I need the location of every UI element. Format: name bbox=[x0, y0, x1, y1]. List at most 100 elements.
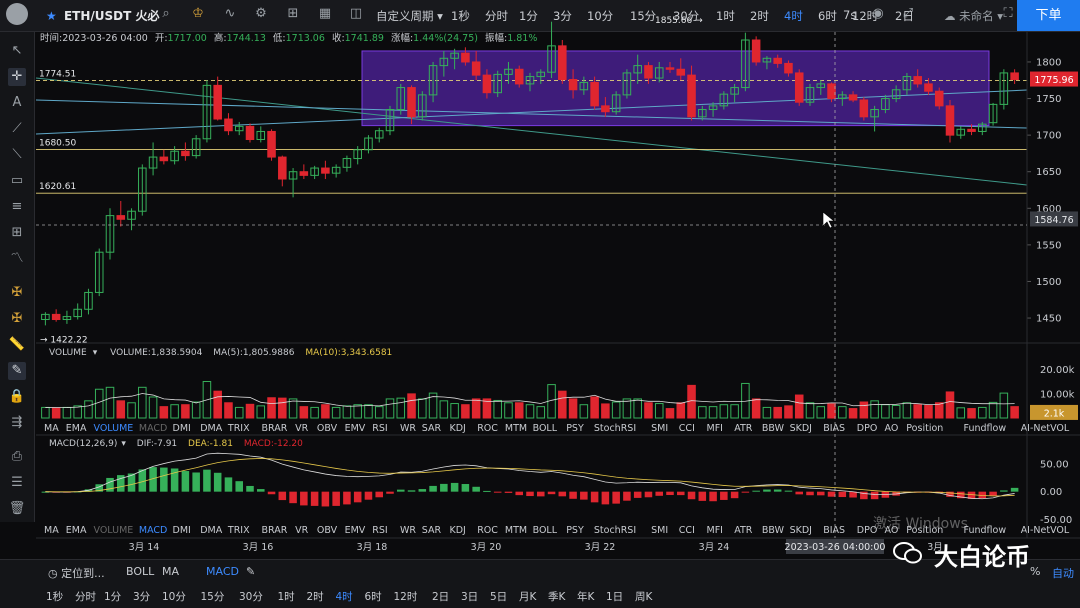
indicator-tab[interactable]: ATR bbox=[734, 525, 753, 536]
indicator-tab[interactable]: DMI bbox=[173, 423, 191, 434]
indicator-tab[interactable]: Position bbox=[906, 423, 943, 434]
indicator-tab[interactable]: MTM bbox=[505, 525, 527, 536]
indicator-tab[interactable]: SAR bbox=[422, 423, 442, 434]
period-option[interactable]: 年K bbox=[577, 589, 594, 604]
indicator-tab[interactable]: KDJ bbox=[450, 423, 466, 434]
indicator-tab[interactable]: MTM bbox=[505, 423, 527, 434]
indicator-tab[interactable]: SKDJ bbox=[790, 525, 812, 536]
period-option[interactable]: 3分 bbox=[133, 589, 150, 604]
indicator-tab[interactable]: BOLL bbox=[533, 525, 558, 536]
date-tick-label: 3月 24 bbox=[699, 542, 730, 553]
period-option[interactable]: 1日 bbox=[606, 589, 623, 604]
indicator-tab[interactable]: SMI bbox=[651, 525, 668, 536]
auto-scale-toggle[interactable]: 自动 bbox=[1052, 565, 1074, 581]
period-option[interactable]: 4时 bbox=[336, 589, 353, 604]
percent-toggle[interactable]: % bbox=[1030, 565, 1040, 578]
high-mark-label: 1855.66 → bbox=[655, 16, 703, 26]
indicator-tab[interactable]: VOLUME bbox=[94, 423, 134, 434]
macd-toggle[interactable]: MACD bbox=[206, 565, 239, 578]
volume-bar bbox=[138, 386, 147, 419]
indicator-tab[interactable]: TRIX bbox=[227, 423, 250, 434]
indicator-tab[interactable]: VOLUME bbox=[94, 525, 134, 536]
indicator-tab[interactable]: ROC bbox=[477, 423, 498, 434]
indicator-tab[interactable]: EMV bbox=[345, 525, 366, 536]
boll-toggle[interactable]: BOLL bbox=[126, 565, 154, 578]
period-option[interactable]: 30分 bbox=[239, 589, 263, 604]
period-option[interactable]: 1时 bbox=[278, 589, 295, 604]
indicator-tab[interactable]: EMA bbox=[66, 525, 87, 536]
locate-button[interactable]: ◷ 定位到... bbox=[48, 565, 105, 581]
macd-bar bbox=[472, 486, 480, 492]
indicator-tab[interactable]: WR bbox=[400, 423, 416, 434]
indicator-tab[interactable]: CCI bbox=[679, 423, 695, 434]
indicator-tab[interactable]: DMA bbox=[200, 423, 223, 434]
indicator-tab[interactable]: RSI bbox=[372, 423, 387, 434]
indicator-tab[interactable]: SAR bbox=[422, 525, 442, 536]
period-option[interactable]: 季K bbox=[548, 589, 565, 604]
indicator-tab[interactable]: MFI bbox=[707, 423, 723, 434]
indicator-tab[interactable]: StochRSI bbox=[594, 423, 636, 434]
period-option[interactable]: 12时 bbox=[394, 589, 418, 604]
indicator-tab[interactable]: RSI bbox=[372, 525, 387, 536]
chart-area[interactable]: 时间:2023-03-26 04:00 开:1717.00 高:1744.13 … bbox=[0, 0, 1080, 559]
indicator-tab[interactable]: VR bbox=[295, 423, 308, 434]
indicator-tab[interactable]: PSY bbox=[566, 423, 584, 434]
indicator-tab[interactable]: EMA bbox=[66, 423, 87, 434]
indicator-tab[interactable]: AI-NetVOL bbox=[1021, 423, 1070, 434]
volume-bar bbox=[924, 404, 933, 419]
indicator-tab[interactable]: OBV bbox=[317, 423, 338, 434]
indicator-tab[interactable]: WR bbox=[400, 525, 416, 536]
indicator-tab[interactable]: CCI bbox=[679, 525, 695, 536]
period-option[interactable]: 1分 bbox=[104, 589, 121, 604]
period-option[interactable]: 1秒 bbox=[46, 589, 63, 604]
indicator-tab[interactable]: MA bbox=[44, 423, 59, 434]
indicator-tab[interactable]: MACD bbox=[139, 525, 167, 536]
candle-body bbox=[784, 62, 793, 74]
candle-body bbox=[181, 150, 190, 157]
indicator-tab[interactable]: SMI bbox=[651, 423, 668, 434]
indicator-tab[interactable]: MFI bbox=[707, 525, 723, 536]
indicator-tab[interactable]: AI-NetVOL bbox=[1021, 525, 1070, 536]
period-option[interactable]: 分时 bbox=[75, 589, 96, 604]
indicator-tab[interactable]: AO bbox=[885, 423, 899, 434]
indicator-tab[interactable]: BBW bbox=[762, 423, 785, 434]
indicator-tab[interactable]: StochRSI bbox=[594, 525, 636, 536]
indicator-tab[interactable]: PSY bbox=[566, 525, 584, 536]
indicator-tab[interactable]: ROC bbox=[477, 525, 498, 536]
indicator-tab[interactable]: SKDJ bbox=[790, 423, 812, 434]
indicator-tab[interactable]: DPO bbox=[857, 423, 878, 434]
indicator-tab[interactable]: TRIX bbox=[227, 525, 250, 536]
indicator-tab[interactable]: BIAS bbox=[823, 423, 845, 434]
indicator-tab[interactable]: BRAR bbox=[262, 525, 288, 536]
indicator-tab[interactable]: BOLL bbox=[533, 423, 558, 434]
macd-bar bbox=[526, 491, 534, 497]
range-box[interactable] bbox=[361, 50, 990, 127]
indicator-tab[interactable]: BIAS bbox=[823, 525, 845, 536]
period-option[interactable]: 3日 bbox=[461, 589, 478, 604]
indicator-tab[interactable]: KDJ bbox=[450, 525, 466, 536]
period-option[interactable]: 2时 bbox=[307, 589, 324, 604]
indicator-tab[interactable]: BBW bbox=[762, 525, 785, 536]
indicator-tab[interactable]: DMI bbox=[173, 525, 191, 536]
indicator-tab[interactable]: BRAR bbox=[262, 423, 288, 434]
period-option[interactable]: 月K bbox=[519, 589, 536, 604]
period-option[interactable]: 2日 bbox=[432, 589, 449, 604]
indicator-tab[interactable]: DMA bbox=[200, 525, 223, 536]
indicator-tab[interactable]: Fundflow bbox=[964, 525, 1007, 536]
indicator-tab[interactable]: ATR bbox=[734, 423, 753, 434]
macd-bar bbox=[160, 467, 168, 492]
period-option[interactable]: 15分 bbox=[201, 589, 225, 604]
period-option[interactable]: 周K bbox=[635, 589, 652, 604]
ma-toggle[interactable]: MA bbox=[162, 565, 179, 578]
candle-body bbox=[827, 83, 836, 100]
indicator-tab[interactable]: Fundflow bbox=[964, 423, 1007, 434]
indicator-tab[interactable]: EMV bbox=[345, 423, 366, 434]
indicator-tab[interactable]: OBV bbox=[317, 525, 338, 536]
period-option[interactable]: 6时 bbox=[365, 589, 382, 604]
edit-indicator-icon[interactable]: ✎ bbox=[246, 565, 255, 578]
indicator-tab[interactable]: VR bbox=[295, 525, 308, 536]
indicator-tab[interactable]: MA bbox=[44, 525, 59, 536]
period-option[interactable]: 5日 bbox=[490, 589, 507, 604]
indicator-tab[interactable]: MACD bbox=[139, 423, 167, 434]
period-option[interactable]: 10分 bbox=[162, 589, 186, 604]
